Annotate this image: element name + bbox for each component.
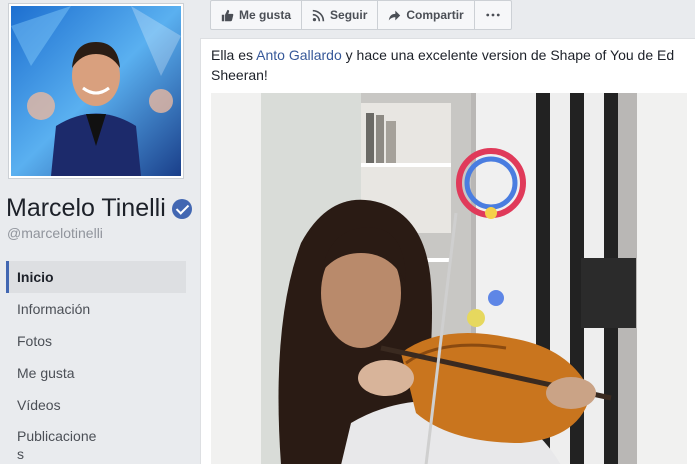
page-handle[interactable]: @marcelotinelli [7,225,103,241]
video-player[interactable] [211,93,687,464]
like-label: Me gusta [239,8,292,22]
page-action-bar: Me gusta Seguir Compartir [210,0,512,30]
nav-item-inicio[interactable]: Inicio [6,261,186,293]
post-card: Ella es Anto Gallardo y hace una excelen… [200,38,695,464]
more-options-button[interactable] [473,0,512,30]
nav-item-publicaciones[interactable]: Publicaciones [6,421,186,464]
nav-item-publicaciones-label: Publicaciones [17,428,97,462]
nav-item-fotos[interactable]: Fotos [6,325,186,357]
rss-icon [312,9,325,21]
like-page-button[interactable]: Me gusta [210,0,303,30]
share-label: Compartir [406,8,464,22]
nav-item-videos[interactable]: Vídeos [6,389,186,421]
left-sidebar: Marcelo Tinelli @marcelotinelli Inicio I… [0,0,196,464]
nav-item-informacion[interactable]: Información [6,293,186,325]
verified-badge-icon [171,198,192,219]
profile-photo-image [11,6,181,176]
page-nav: Inicio Información Fotos Me gusta Vídeos… [6,261,186,464]
share-button[interactable]: Compartir [377,0,475,30]
post-message: Ella es Anto Gallardo y hace una excelen… [211,45,691,85]
mention-link[interactable]: Anto Gallardo [256,47,342,63]
page-title[interactable]: Marcelo Tinelli [6,194,192,223]
ellipsis-icon [486,13,500,17]
nav-item-me-gusta[interactable]: Me gusta [6,357,186,389]
video-frame-image [211,93,687,464]
profile-picture[interactable] [8,3,184,179]
follow-label: Seguir [330,8,368,22]
thumbs-up-icon [221,9,234,21]
page-name-text[interactable]: Marcelo Tinelli [6,194,166,223]
follow-button[interactable]: Seguir [301,0,379,30]
share-arrow-icon [389,10,401,20]
post-text-start: Ella es [211,47,257,63]
